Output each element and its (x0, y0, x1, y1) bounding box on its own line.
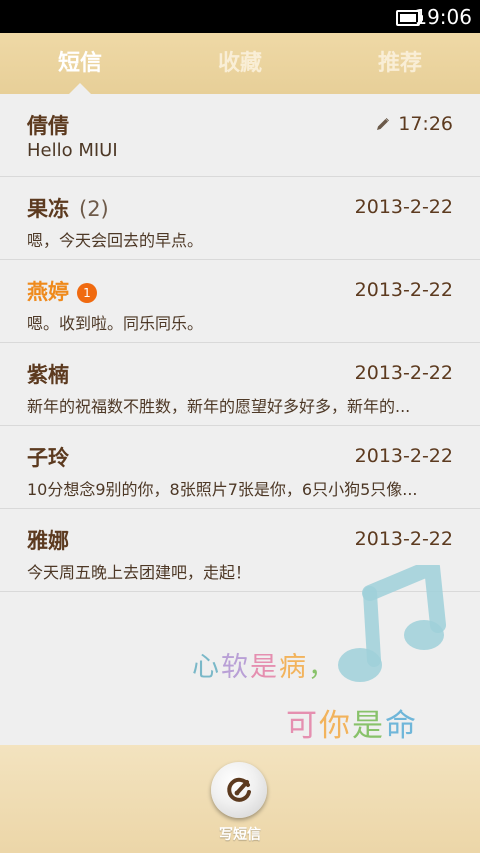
conversation-row[interactable]: 果冻 (2) 2013-2-22 嗯，今天会回去的早点。 (0, 177, 480, 260)
decor-char: 软 (221, 652, 250, 683)
conversation-list: 倩倩 17:26 Hello MIUI 果冻 (2) 2013-2-22 嗯，今天… (0, 94, 480, 592)
message-preview: 新年的祝福数不胜数，新年的愿望好多好多，新年的... (27, 397, 411, 416)
contact-name: 果冻 (2) (27, 193, 109, 223)
tab-recommended[interactable]: 推荐 (320, 33, 480, 94)
contact-name: 紫楠 (27, 363, 69, 387)
contact-name-text: 果冻 (27, 197, 69, 221)
conversation-row[interactable]: 子玲 2013-2-22 10分想念9别的你，8张照片7张是你，6只小狗5只像.… (0, 426, 480, 509)
bottom-bar: 写短信 (0, 745, 480, 853)
decor-char: ， (308, 652, 337, 683)
contact-name: 子玲 (27, 446, 69, 470)
active-tab-indicator (69, 83, 91, 94)
conversation-row[interactable]: 倩倩 17:26 Hello MIUI (0, 94, 480, 177)
contact-name: 倩倩 (27, 114, 69, 138)
decor-char: 命 (385, 708, 418, 744)
message-date: 17:26 (376, 113, 453, 135)
decor-char: 是 (352, 708, 385, 744)
message-preview: 嗯。收到啦。同乐同乐。 (27, 314, 204, 333)
message-preview: 嗯，今天会回去的早点。 (27, 231, 204, 250)
contact-name: 燕婷 1 (27, 276, 97, 306)
decor-char: 病 (279, 652, 308, 683)
background-decoration: 心软是病， 可你是命 (0, 565, 480, 745)
tab-bar: 短信 收藏 推荐 (0, 33, 480, 94)
contact-name-text: 燕婷 (27, 280, 69, 304)
contact-name: 雅娜 (27, 529, 69, 553)
message-date: 2013-2-22 (354, 528, 453, 550)
message-time: 17:26 (398, 113, 453, 135)
decor-text-line1: 心软是病， (192, 645, 337, 684)
draft-pencil-icon (377, 118, 390, 130)
status-time: 19:06 (414, 5, 472, 29)
message-count: (2) (79, 197, 109, 221)
compose-label: 写短信 (219, 827, 261, 843)
status-bar: 19:06 (0, 0, 480, 33)
decor-char: 是 (250, 652, 279, 683)
decor-text-line2: 可你是命 (286, 700, 418, 745)
decor-char: 心 (192, 652, 221, 683)
message-date: 2013-2-22 (354, 196, 453, 218)
music-note-icon (338, 565, 446, 682)
message-date: 2013-2-22 (354, 279, 453, 301)
decor-char: 可 (286, 708, 319, 744)
message-preview: 10分想念9别的你，8张照片7张是你，6只小狗5只像... (27, 480, 418, 499)
message-date: 2013-2-22 (354, 445, 453, 467)
conversation-row[interactable]: 燕婷 1 2013-2-22 嗯。收到啦。同乐同乐。 (0, 260, 480, 343)
message-date: 2013-2-22 (354, 362, 453, 384)
compose-icon (227, 777, 251, 802)
compose-button[interactable] (211, 762, 267, 818)
decor-char: 你 (319, 708, 352, 744)
message-preview: Hello MIUI (27, 140, 118, 161)
unread-badge: 1 (77, 283, 97, 303)
conversation-row[interactable]: 紫楠 2013-2-22 新年的祝福数不胜数，新年的愿望好多好多，新年的... (0, 343, 480, 426)
tab-favorites[interactable]: 收藏 (160, 33, 320, 94)
